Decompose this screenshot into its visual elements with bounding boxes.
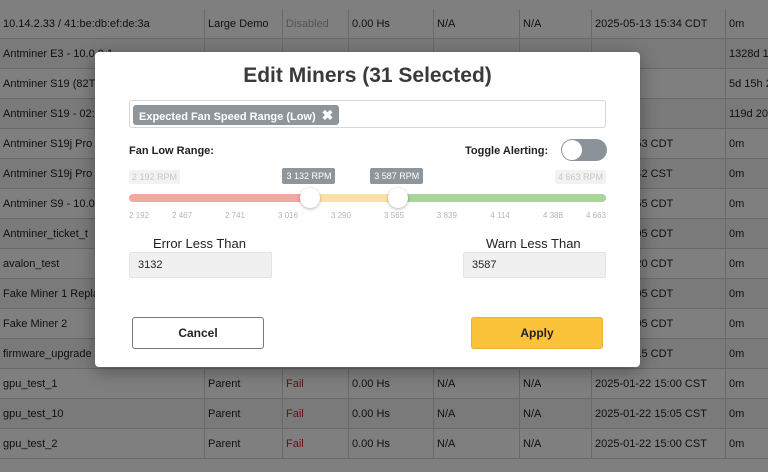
error-threshold-label: 3 132 RPM <box>282 168 336 184</box>
error-less-than-input[interactable] <box>129 252 272 278</box>
error-range-segment <box>129 194 311 202</box>
toggle-alerting-label: Toggle Alerting: <box>465 145 549 157</box>
slider-tick-label: 4 114 <box>490 211 510 220</box>
warn-threshold-label: 3 587 RPM <box>370 168 424 184</box>
toggle-knob <box>562 140 582 160</box>
cancel-button[interactable]: Cancel <box>132 317 264 349</box>
slider-tick-label: 2 467 <box>172 211 193 220</box>
chip-label: Expected Fan Speed Range (Low) <box>139 111 316 123</box>
selected-field-chip: Expected Fan Speed Range (Low) ✖ <box>133 105 340 125</box>
fan-low-range-label: Fan Low Range: <box>129 145 214 157</box>
warn-threshold-handle[interactable] <box>388 188 409 208</box>
slider-max-label: 4 663 RPM <box>554 170 606 184</box>
slider-tick-label: 4 663 <box>585 211 607 220</box>
ok-range-segment <box>398 194 606 202</box>
error-threshold-handle[interactable] <box>300 188 321 208</box>
apply-button[interactable]: Apply <box>471 317 603 349</box>
slider-tick-label: 2 192 <box>128 211 150 220</box>
warn-range-segment <box>310 194 399 202</box>
slider-tick-label: 3 016 <box>278 211 299 220</box>
slider-tick-label: 3 839 <box>436 211 457 220</box>
slider-tick-label: 3 565 <box>384 211 405 220</box>
warn-less-than-input[interactable] <box>463 252 606 278</box>
slider-min-label: 2 192 RPM <box>129 170 181 184</box>
field-selector[interactable]: Expected Fan Speed Range (Low) ✖ <box>129 100 606 128</box>
slider-tick-label: 3 290 <box>330 211 351 220</box>
error-less-than-label: Error Less Than <box>153 236 246 251</box>
close-icon[interactable]: ✖ <box>322 105 334 125</box>
warn-less-than-label: Warn Less Than <box>486 236 581 251</box>
modal-title: Edit Miners (31 Selected) <box>243 64 492 87</box>
slider-tick-label: 2 741 <box>224 211 245 220</box>
slider-tick-label: 4 388 <box>542 211 563 220</box>
edit-miners-modal: Edit Miners (31 Selected) Expected Fan S… <box>95 52 640 367</box>
alerting-toggle[interactable] <box>561 139 607 161</box>
